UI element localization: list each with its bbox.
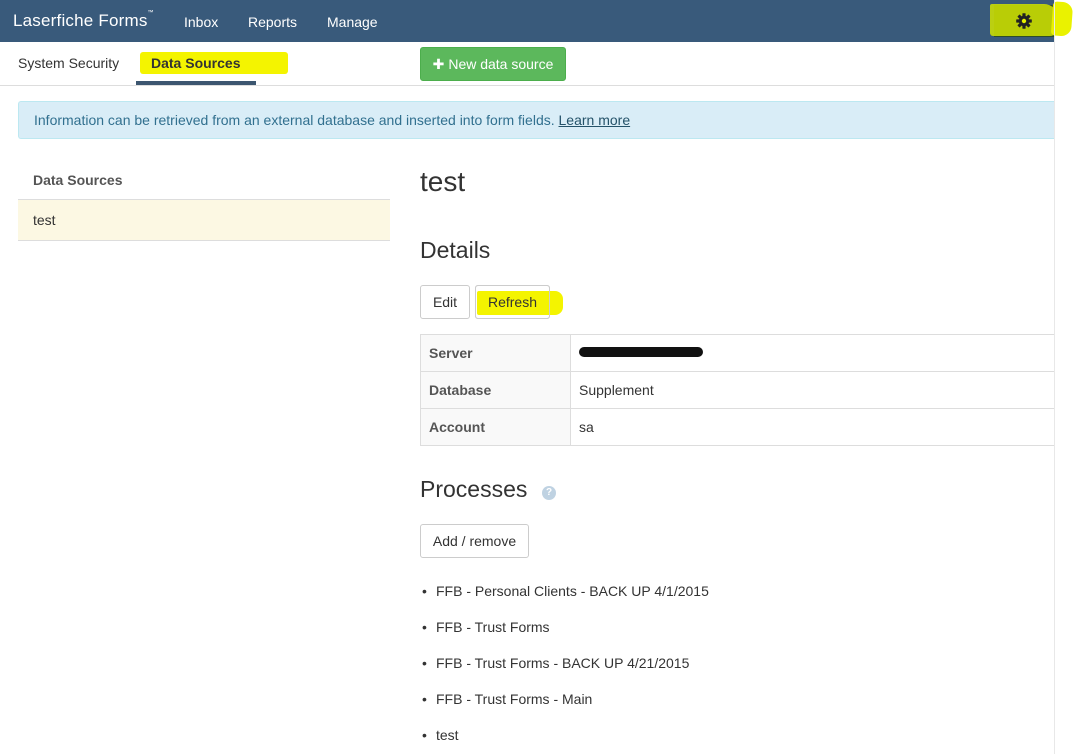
bullet-icon: • <box>422 619 427 635</box>
data-source-item-test[interactable]: test <box>18 200 390 241</box>
list-item: • FFB - Trust Forms - Main <box>422 688 709 724</box>
active-tab-indicator <box>136 81 256 85</box>
process-list: • FFB - Personal Clients - BACK UP 4/1/20… <box>422 580 709 754</box>
process-name: FFB - Personal Clients - BACK UP 4/1/201… <box>436 583 709 599</box>
alert-text: Information can be retrieved from an ext… <box>34 112 555 128</box>
bullet-icon: • <box>422 727 427 743</box>
detail-key-database: Database <box>420 371 571 409</box>
process-name: test <box>436 727 459 743</box>
question-circle-icon[interactable]: ? <box>542 486 556 500</box>
nav-inbox[interactable]: Inbox <box>184 14 218 30</box>
new-data-source-label: New data source <box>448 56 554 72</box>
page: Laserfiche Forms™ Inbox Reports Manage S… <box>0 0 1074 754</box>
detail-key-account: Account <box>420 408 571 446</box>
process-name: FFB - Trust Forms - BACK UP 4/21/2015 <box>436 655 690 671</box>
bullet-icon: • <box>422 691 427 707</box>
list-item: • FFB - Trust Forms <box>422 616 709 652</box>
page-title: test <box>420 166 466 197</box>
detail-key-server: Server <box>420 334 571 372</box>
detail-value-database: Supplement <box>570 371 1054 409</box>
bullet-icon: • <box>422 655 427 671</box>
list-item: • test <box>422 724 709 754</box>
details-table: Server fish Database Supplement Account … <box>420 334 1054 446</box>
brand-name: Laserfiche Forms <box>13 11 148 30</box>
refresh-button[interactable]: Refresh <box>475 285 550 319</box>
brand-logo[interactable]: Laserfiche Forms™ <box>13 10 154 31</box>
brand-trademark: ™ <box>147 10 154 16</box>
tab-system-security[interactable]: System Security <box>18 55 119 71</box>
list-item: • FFB - Personal Clients - BACK UP 4/1/20… <box>422 580 709 616</box>
edit-button[interactable]: Edit <box>420 285 470 319</box>
window-edge-divider <box>1054 0 1055 754</box>
table-row: Database Supplement <box>420 371 1054 409</box>
top-navbar: Laserfiche Forms™ Inbox Reports Manage <box>0 0 1054 42</box>
learn-more-link[interactable]: Learn more <box>559 112 631 128</box>
info-alert: Information can be retrieved from an ext… <box>18 101 1054 139</box>
process-name: FFB - Trust Forms - Main <box>436 691 593 707</box>
nav-reports[interactable]: Reports <box>248 14 297 30</box>
details-heading: Details <box>420 237 491 263</box>
new-data-source-button[interactable]: ✚ New data source <box>420 47 566 81</box>
plus-icon: ✚ <box>432 56 445 72</box>
processes-heading: Processes <box>420 476 528 502</box>
data-sources-heading: Data Sources <box>18 160 390 200</box>
detail-value-server: fish <box>570 334 1054 372</box>
add-remove-button[interactable]: Add / remove <box>420 524 529 558</box>
gear-icon[interactable] <box>1014 11 1034 31</box>
table-row: Account sa <box>420 408 1054 446</box>
table-row: Server fish <box>420 334 1054 372</box>
bullet-icon: • <box>422 583 427 599</box>
tab-data-sources[interactable]: Data Sources <box>151 55 240 71</box>
redaction-mark <box>579 347 703 358</box>
detail-value-account: sa <box>570 408 1054 446</box>
process-name: FFB - Trust Forms <box>436 619 550 635</box>
list-item: • FFB - Trust Forms - BACK UP 4/21/2015 <box>422 652 709 688</box>
nav-manage[interactable]: Manage <box>327 14 378 30</box>
